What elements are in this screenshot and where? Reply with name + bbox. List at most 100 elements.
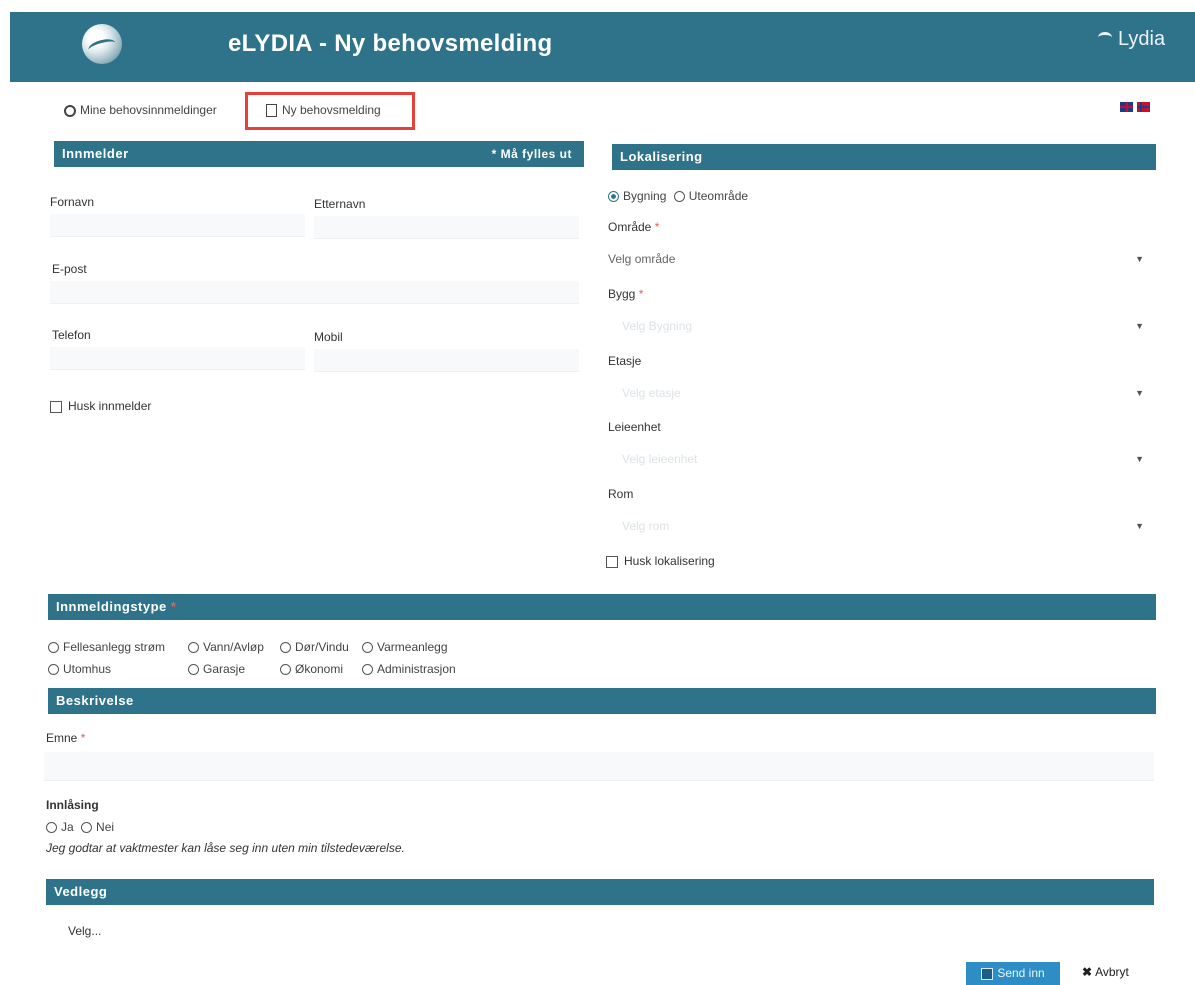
nav-my-reports-label: Mine behovsinnmeldinger [80,103,217,117]
email-field[interactable] [50,281,579,304]
access-yes-radio[interactable] [46,822,57,834]
english-flag-icon[interactable] [1120,102,1133,112]
report-type-option[interactable]: Garasje [188,662,245,676]
subject-label-text: Emne [46,731,78,745]
access-no-label: Nei [96,820,115,834]
report-type-option[interactable]: Fellesanlegg strøm [48,640,165,654]
description-section-title: Beskrivelse [56,693,134,708]
outdoor-radio[interactable] [673,191,685,203]
room-select[interactable]: Velg rom ▼ [612,514,1154,538]
remember-reporter-label: Husk innmelder [68,399,152,413]
cancel-button-label: Avbryt [1095,965,1129,979]
phone-label: Telefon [52,328,91,342]
report-type-option-label: Administrasjon [377,662,456,676]
radio-icon[interactable] [48,664,59,676]
choose-file-button[interactable]: Velg... [68,924,101,938]
radio-icon[interactable] [280,642,291,654]
radio-icon[interactable] [362,642,373,654]
floor-label: Etasje [608,354,642,368]
access-no-radio[interactable] [81,822,93,834]
remember-location-checkbox[interactable] [606,555,618,568]
unit-select-value: Velg leieenhet [622,452,698,466]
building-select[interactable]: Velg Bygning ▼ [612,314,1154,338]
mobile-label: Mobil [314,330,343,344]
access-options: Ja Nei [46,820,114,834]
building-select-value: Velg Bygning [622,319,693,333]
app-logo-icon [82,24,122,64]
building-radio[interactable] [608,191,619,203]
report-type-option[interactable]: Utomhus [48,662,111,676]
nav-new-report-label: Ny behovsmelding [282,103,381,117]
radio-icon[interactable] [188,664,199,676]
report-type-option-label: Vann/Avløp [203,640,264,654]
phone-field[interactable] [50,347,305,370]
building-label: Bygg * [608,287,643,301]
remember-location[interactable]: Husk lokalisering [606,554,715,568]
first-name-label: Fornavn [50,195,95,209]
subject-label: Emne * [46,731,85,745]
unit-select[interactable]: Velg leieenhet ▼ [612,447,1154,471]
building-radio-label: Bygning [623,189,667,203]
brand-mark-icon [1098,32,1112,43]
send-button[interactable]: Send inn [966,962,1060,985]
required-marker: * [170,599,177,614]
reporter-section-title: Innmelder [62,146,129,161]
report-type-option-label: Dør/Vindu [295,640,349,654]
report-type-option-label: Garasje [203,662,246,676]
location-section-header: Lokalisering [612,144,1156,170]
subject-field[interactable] [44,752,1154,781]
report-type-option-label: Utomhus [63,662,112,676]
radio-icon[interactable] [362,664,373,676]
chevron-down-icon: ▼ [1135,388,1144,398]
send-button-label: Send inn [997,966,1045,980]
location-type-group: Bygning Uteområde [608,189,748,203]
search-icon [64,104,76,117]
chevron-down-icon: ▼ [1135,454,1144,464]
area-select[interactable]: Velg område ▼ [598,247,1154,271]
report-type-option-label: Fellesanlegg strøm [63,640,166,654]
attachments-section-title: Vedlegg [54,884,108,899]
nav-new-report[interactable]: Ny behovsmelding [266,103,381,118]
access-yes-label: Ja [61,820,74,834]
report-type-option[interactable]: Administrasjon [362,662,456,676]
required-marker: * [80,731,86,745]
unit-label: Leieenhet [608,420,661,434]
chevron-down-icon: ▼ [1135,254,1144,264]
report-type-section-title: Innmeldingstype [56,599,167,614]
floor-select-value: Velg etasje [622,386,681,400]
access-label: Innlåsing [46,798,99,812]
cancel-button[interactable]: ✖ Avbryt [1082,965,1129,979]
app-title: eLYDIA - Ny behovsmelding [228,30,553,57]
brand-logo: Lydia [1098,28,1165,51]
remember-reporter[interactable]: Husk innmelder [50,399,151,413]
reporter-section-header: Innmelder * Må fylles ut [54,141,584,167]
location-section-title: Lokalisering [620,149,703,164]
required-marker: * [638,287,644,301]
nav-my-reports[interactable]: Mine behovsinnmeldinger [64,103,217,117]
chevron-down-icon: ▼ [1135,521,1144,531]
description-section-header: Beskrivelse [48,688,1156,714]
mobile-field[interactable] [314,349,579,372]
access-note: Jeg godtar at vaktmester kan låse seg in… [46,841,405,855]
building-label-text: Bygg [608,287,636,301]
close-icon: ✖ [1082,965,1093,979]
app-header [10,12,1195,82]
floor-select[interactable]: Velg etasje ▼ [612,381,1154,405]
report-type-option[interactable]: Dør/Vindu [280,640,349,654]
report-type-option[interactable]: Vann/Avløp [188,640,264,654]
last-name-field[interactable] [314,216,579,239]
norwegian-flag-icon[interactable] [1136,102,1150,112]
area-select-value: Velg område [608,252,676,266]
radio-icon[interactable] [280,664,291,676]
radio-icon[interactable] [188,642,199,654]
room-label: Rom [608,487,634,501]
report-type-option[interactable]: Varmeanlegg [362,640,448,654]
remember-reporter-checkbox[interactable] [50,400,62,413]
radio-icon[interactable] [48,642,59,654]
first-name-field[interactable] [50,214,305,237]
last-name-label: Etternavn [314,197,366,211]
document-icon [266,104,277,118]
chevron-down-icon: ▼ [1135,321,1144,331]
required-note: * Må fylles ut [491,147,572,161]
report-type-option[interactable]: Økonomi [280,662,343,676]
